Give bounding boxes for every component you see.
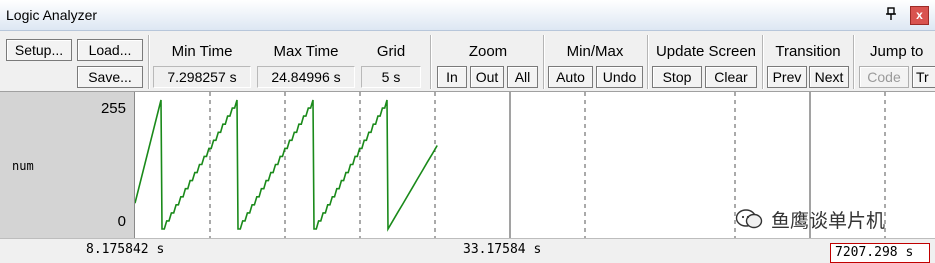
axis-min-label: 0 <box>117 213 126 230</box>
toolbar-separator <box>853 35 855 89</box>
toolbar-separator <box>647 35 649 89</box>
setup-button[interactable]: Setup... <box>6 39 72 61</box>
toolbar-separator <box>148 35 150 89</box>
toolbar: Setup... Load... Save... Min Time 7.2982… <box>0 31 935 92</box>
load-button[interactable]: Load... <box>77 39 143 61</box>
status-bar: 8.175842 s 33.17584 s 7207.298 s <box>0 238 935 263</box>
grid-value: 5 s <box>361 66 421 88</box>
watermark-text: 鱼鹰谈单片机 <box>771 209 886 232</box>
max-time-value: 24.84996 s <box>257 66 355 88</box>
update-screen-header: Update Screen <box>655 43 757 60</box>
chat-bubble-icon <box>735 209 763 229</box>
toolbar-separator <box>762 35 764 89</box>
auto-button[interactable]: Auto <box>548 66 593 88</box>
transition-header: Transition <box>775 43 841 60</box>
pin-icon[interactable] <box>884 7 898 23</box>
next-transition-button[interactable]: Next <box>809 66 849 88</box>
clear-button[interactable]: Clear <box>705 66 757 88</box>
cursor-time-box: 7207.298 s <box>830 243 930 263</box>
window-title: Logic Analyzer <box>6 7 98 23</box>
max-time-header: Max Time <box>273 43 339 60</box>
jump-to-header: Jump to <box>870 43 924 60</box>
save-button[interactable]: Save... <box>77 66 143 88</box>
zoom-header: Zoom <box>468 43 508 60</box>
jump-code-button[interactable]: Code <box>859 66 909 88</box>
num-waveform-line <box>135 99 438 232</box>
min-time-header: Min Time <box>171 43 233 60</box>
watermark: 鱼鹰谈单片机 <box>735 205 885 233</box>
toolbar-separator <box>543 35 545 89</box>
close-icon[interactable]: x <box>910 6 929 25</box>
zoom-out-button[interactable]: Out <box>470 66 504 88</box>
stop-button[interactable]: Stop <box>652 66 702 88</box>
jump-trace-button[interactable]: Tr <box>912 66 935 88</box>
axis-max-label: 255 <box>100 100 126 117</box>
zoom-all-button[interactable]: All <box>507 66 538 88</box>
left-time-label: 8.175842 s <box>86 242 165 257</box>
undo-button[interactable]: Undo <box>596 66 643 88</box>
toolbar-separator <box>430 35 432 89</box>
zoom-in-button[interactable]: In <box>437 66 467 88</box>
center-time-label: 33.17584 s <box>463 242 542 257</box>
min-time-value: 7.298257 s <box>153 66 251 88</box>
grid-header: Grid <box>376 43 406 60</box>
title-bar: Logic Analyzer x <box>0 0 935 31</box>
signal-name[interactable]: num <box>12 159 34 173</box>
prev-transition-button[interactable]: Prev <box>767 66 807 88</box>
signal-label-panel: 255 num 0 <box>0 92 135 238</box>
minmax-header: Min/Max <box>566 43 624 60</box>
